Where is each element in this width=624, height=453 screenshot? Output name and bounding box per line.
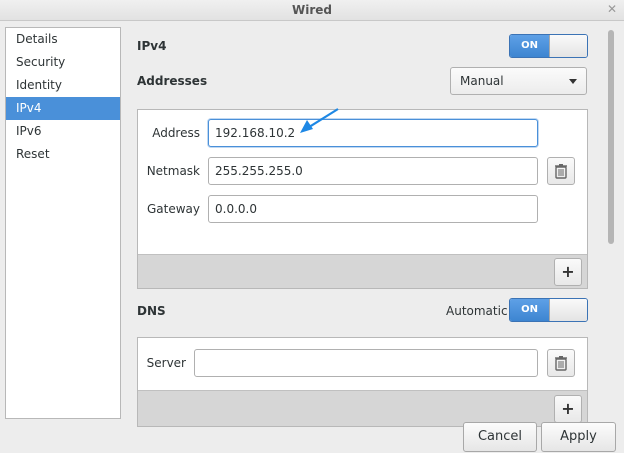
delete-address-button[interactable] [547, 157, 575, 185]
address-input[interactable]: 192.168.10.2 [208, 119, 538, 147]
dns-list-footer: + [138, 390, 587, 426]
annotation-arrow-icon [300, 108, 339, 133]
dns-server-input[interactable] [194, 349, 538, 377]
window-titlebar: Wired ✕ [0, 0, 624, 21]
sidebar-item-security[interactable]: Security [6, 51, 120, 74]
add-address-button[interactable]: + [554, 258, 582, 286]
add-server-button[interactable]: + [554, 395, 582, 423]
toggle-knob [549, 299, 587, 321]
close-icon[interactable]: ✕ [604, 1, 620, 17]
plus-icon: + [561, 262, 575, 281]
scrollbar-thumb[interactable] [608, 30, 614, 244]
vertical-scrollbar[interactable] [606, 26, 616, 420]
gateway-label: Gateway [146, 202, 200, 216]
dns-automatic-label: Automatic [446, 304, 508, 318]
sidebar: Details Security Identity IPv4 IPv6 Rese… [5, 27, 121, 419]
address-label: Address [152, 126, 200, 140]
sidebar-item-label: Security [16, 55, 66, 69]
chevron-down-icon [569, 79, 577, 84]
sidebar-item-details[interactable]: Details [6, 28, 120, 51]
apply-button[interactable]: Apply [541, 422, 616, 452]
gateway-input[interactable]: 0.0.0.0 [208, 195, 538, 223]
netmask-label: Netmask [146, 164, 200, 178]
netmask-input[interactable]: 255.255.255.0 [208, 157, 538, 185]
sidebar-item-label: IPv6 [16, 124, 42, 138]
plus-icon: + [561, 399, 575, 418]
sidebar-item-label: Reset [16, 147, 50, 161]
dns-server-panel: Server + [137, 337, 588, 427]
sidebar-item-ipv6[interactable]: IPv6 [6, 120, 120, 143]
addresses-method-dropdown[interactable]: Manual [450, 67, 587, 95]
addresses-heading: Addresses [137, 74, 208, 88]
sidebar-item-label: IPv4 [16, 101, 42, 115]
address-list-footer: + [138, 254, 587, 288]
delete-server-button[interactable] [547, 349, 575, 377]
sidebar-item-ipv4[interactable]: IPv4 [6, 97, 120, 120]
sidebar-item-label: Details [16, 32, 58, 46]
window-title: Wired [292, 3, 332, 17]
sidebar-item-label: Identity [16, 78, 62, 92]
ipv4-toggle[interactable]: ON [509, 34, 588, 58]
toggle-on-label: ON [510, 35, 549, 57]
server-label: Server [146, 356, 186, 370]
sidebar-item-reset[interactable]: Reset [6, 143, 120, 166]
dns-automatic-toggle[interactable]: ON [509, 298, 588, 322]
dropdown-value: Manual [460, 74, 504, 88]
ipv4-settings-panel: IPv4 ON Addresses Manual Address 192.168… [124, 22, 604, 427]
trash-icon [555, 164, 567, 179]
address-list-panel: Address 192.168.10.2 Netmask 255.255.255… [137, 109, 588, 289]
trash-icon [555, 356, 567, 371]
toggle-knob [549, 35, 587, 57]
toggle-on-label: ON [510, 299, 549, 321]
dns-heading: DNS [137, 304, 166, 318]
sidebar-item-identity[interactable]: Identity [6, 74, 120, 97]
ipv4-heading: IPv4 [137, 39, 167, 53]
cancel-button[interactable]: Cancel [463, 422, 537, 452]
